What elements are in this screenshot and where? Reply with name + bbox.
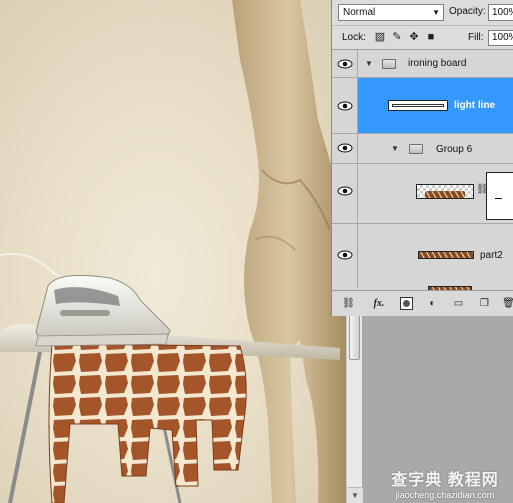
visibility-toggle[interactable] xyxy=(332,50,358,77)
layer-name: part2 xyxy=(480,250,503,261)
giraffe-body xyxy=(232,0,346,503)
giraffe-ironing-artwork xyxy=(0,0,346,503)
lock-position-icon[interactable]: ✥ xyxy=(408,31,420,43)
opacity-input[interactable]: 100% xyxy=(488,4,513,21)
layer-mask-thumbnail xyxy=(486,172,513,220)
blend-mode-value: Normal xyxy=(343,7,376,18)
fx-icon[interactable]: fx. xyxy=(370,297,388,310)
layer-name: light line xyxy=(454,100,496,111)
blend-mode-select[interactable]: Normal ▼ xyxy=(338,4,444,21)
layer-row-ironing-board[interactable]: ▼ ironing board xyxy=(332,50,513,78)
visibility-toggle[interactable] xyxy=(332,164,358,223)
layer-thumbnail xyxy=(416,184,474,199)
visibility-toggle[interactable] xyxy=(332,224,358,288)
lock-label: Lock: xyxy=(342,32,366,43)
adjustment-icon[interactable]: ◐ xyxy=(426,297,439,310)
new-group-icon[interactable]: ▭ xyxy=(452,297,465,310)
giraffe-skin xyxy=(48,343,247,503)
lock-transparency-icon[interactable]: ▨ xyxy=(374,31,386,43)
mask-icon[interactable] xyxy=(400,297,413,310)
layer-row-group-6[interactable]: ▼ Group 6 xyxy=(332,134,513,164)
document-canvas[interactable] xyxy=(0,0,346,503)
eye-icon xyxy=(337,59,353,69)
eye-icon xyxy=(337,101,353,111)
trash-icon[interactable]: 🗑 xyxy=(502,297,513,310)
layer-row-part2[interactable]: part2 xyxy=(332,224,513,290)
eye-icon xyxy=(337,186,353,196)
iron xyxy=(35,274,171,341)
visibility-toggle[interactable] xyxy=(332,78,358,133)
scrollbar-thumb[interactable] xyxy=(349,310,360,360)
blend-row: Normal ▼ Opacity: 100% xyxy=(332,0,513,26)
layer-row-masked[interactable]: ⛓ xyxy=(332,164,513,224)
layers-panel: Normal ▼ Opacity: 100% Lock: ▨ ✎ ✥ ■ Fil… xyxy=(331,0,513,316)
watermark-url: jiaocheng.chazidian.com xyxy=(395,490,495,500)
watermark: 查字典 教程网 jiaocheng.chazidian.com xyxy=(380,466,510,502)
folder-icon xyxy=(382,59,396,69)
layer-name: Group 6 xyxy=(436,144,473,155)
scroll-down-arrow-icon[interactable]: ▼ xyxy=(347,487,363,503)
eye-icon xyxy=(337,250,353,260)
folder-icon xyxy=(409,144,423,154)
layers-bottom-bar: ⛓ fx. ◐ ▭ ❐ 🗑 xyxy=(332,290,513,316)
new-layer-icon[interactable]: ❐ xyxy=(478,297,491,310)
expand-triangle-icon[interactable]: ▼ xyxy=(391,144,399,153)
lock-paint-icon[interactable]: ✎ xyxy=(391,31,403,43)
expand-triangle-icon[interactable]: ▼ xyxy=(365,59,373,68)
opacity-label: Opacity: xyxy=(449,6,486,17)
fill-label: Fill: xyxy=(468,32,484,43)
layer-name: ironing board xyxy=(408,58,467,69)
eye-icon xyxy=(337,143,353,153)
layer-row-light-line[interactable]: light line xyxy=(332,78,513,134)
layer-thumbnail xyxy=(388,100,448,111)
watermark-title: 查字典 教程网 xyxy=(391,472,499,489)
lock-all-icon[interactable]: ■ xyxy=(425,31,437,43)
lock-row: Lock: ▨ ✎ ✥ ■ Fill: 100% xyxy=(332,26,513,50)
layer-thumbnail xyxy=(418,251,474,259)
chevron-down-icon: ▼ xyxy=(432,8,440,17)
visibility-toggle[interactable] xyxy=(332,134,358,163)
fill-input[interactable]: 100% xyxy=(488,30,513,46)
link-icon[interactable]: ⛓ xyxy=(342,297,355,310)
